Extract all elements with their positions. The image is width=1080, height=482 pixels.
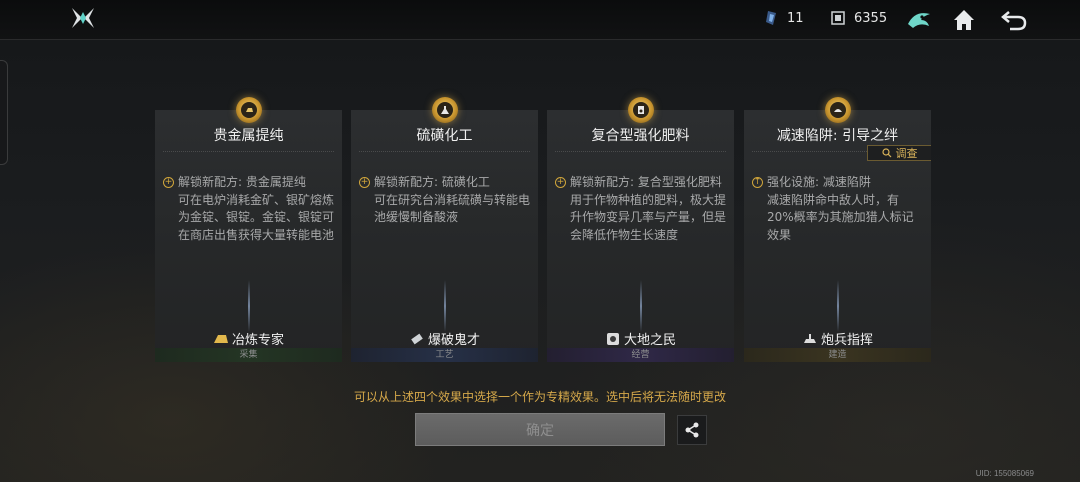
uid-label: UID: 155085069 bbox=[975, 469, 1034, 478]
magnifier-icon bbox=[881, 148, 891, 158]
card-divider bbox=[163, 151, 334, 152]
skill-badge: 炮兵指挥 bbox=[744, 329, 931, 348]
home-icon[interactable] bbox=[950, 6, 978, 34]
skill-badge: 大地之民 bbox=[547, 329, 734, 348]
trap-icon bbox=[824, 97, 851, 123]
card-divider bbox=[359, 151, 530, 152]
game-logo-icon[interactable] bbox=[70, 6, 96, 32]
unlock-bullet-icon: + bbox=[163, 177, 174, 188]
gold-bar-icon bbox=[235, 97, 262, 123]
faction-emblem-icon[interactable] bbox=[905, 6, 933, 34]
effect-description: 可在研究台消耗硫磺与转能电池缓慢制备酸液 bbox=[374, 192, 531, 225]
back-icon[interactable] bbox=[1000, 6, 1028, 34]
light-beam bbox=[639, 280, 642, 332]
chip-count: 6355 bbox=[854, 10, 888, 26]
smelting-icon bbox=[213, 334, 228, 343]
fertilizer-icon bbox=[627, 97, 654, 123]
card-title: 减速陷阱: 引导之绊 bbox=[776, 128, 899, 144]
skill-name: 大地之民 bbox=[623, 333, 676, 348]
share-button[interactable] bbox=[677, 415, 707, 445]
crystal-icon bbox=[766, 11, 776, 25]
card-divider bbox=[555, 151, 726, 152]
skill-name: 冶炼专家 bbox=[231, 333, 284, 348]
earth-icon bbox=[606, 332, 619, 345]
skill-name: 炮兵指挥 bbox=[820, 333, 873, 348]
light-beam bbox=[836, 280, 839, 332]
artillery-icon bbox=[803, 333, 816, 343]
skill-badge: 爆破鬼才 bbox=[351, 329, 538, 348]
resource-crystal: 11 bbox=[765, 10, 804, 26]
card-title: 复合型强化肥料 bbox=[591, 128, 690, 144]
effect-description: 用于作物种植的肥料，极大提升作物变异几率与产量，但是会降低作物生长速度 bbox=[570, 192, 727, 242]
top-bar: 11 6355 bbox=[0, 0, 1080, 40]
effect-line: 强化设施: 减速陷阱 bbox=[767, 175, 871, 189]
unlock-bullet-icon: + bbox=[359, 177, 370, 188]
effect-line: 解锁新配方: 复合型强化肥料 bbox=[570, 175, 722, 189]
light-beam bbox=[443, 280, 446, 332]
dynamite-icon bbox=[411, 333, 423, 344]
confirm-button[interactable]: 确定 bbox=[415, 413, 665, 446]
specialization-card-slow-trap[interactable]: 减速陷阱: 引导之绊 调查 ↑ 强化设施: 减速陷阱 减速陷阱命中敌人时，有20… bbox=[744, 97, 931, 362]
card-content: + 解锁新配方: 复合型强化肥料 用于作物种植的肥料，极大提升作物变异几率与产量… bbox=[555, 174, 728, 244]
specialization-card-fertilizer[interactable]: 复合型强化肥料 + 解锁新配方: 复合型强化肥料 用于作物种植的肥料，极大提升作… bbox=[547, 97, 734, 362]
category-label: 经营 bbox=[547, 348, 734, 362]
selection-notice: 可以从上述四个效果中选择一个作为专精效果。选中后将无法随时更改 bbox=[353, 390, 726, 404]
skill-name: 爆破鬼才 bbox=[427, 333, 480, 348]
effect-line: 解锁新配方: 硫磺化工 bbox=[374, 175, 490, 189]
card-title: 硫磺化工 bbox=[416, 128, 473, 144]
card-content: + 解锁新配方: 硫磺化工 可在研究台消耗硫磺与转能电池缓慢制备酸液 bbox=[359, 174, 532, 227]
chip-icon bbox=[831, 11, 845, 25]
category-label: 建造 bbox=[744, 348, 931, 362]
category-label: 采集 bbox=[155, 348, 342, 362]
effect-description: 可在电炉消耗金矿、银矿熔炼为金锭、银锭。金锭、银锭可在商店出售获得大量转能电池 bbox=[178, 192, 335, 242]
card-content: ↑ 强化设施: 减速陷阱 减速陷阱命中敌人时，有20%概率为其施加猎人标记效果 bbox=[752, 174, 925, 244]
crystal-count: 11 bbox=[787, 10, 804, 26]
survey-button[interactable]: 调查 bbox=[867, 145, 931, 161]
resource-chip: 6355 bbox=[830, 10, 887, 26]
share-icon bbox=[685, 422, 699, 438]
survey-label: 调查 bbox=[895, 147, 918, 160]
skill-badge: 冶炼专家 bbox=[155, 329, 342, 348]
category-label: 工艺 bbox=[351, 348, 538, 362]
side-drawer-tab[interactable] bbox=[0, 60, 8, 165]
upgrade-bullet-icon: ↑ bbox=[752, 177, 763, 188]
effect-line: 解锁新配方: 贵金属提纯 bbox=[178, 175, 306, 189]
card-title: 贵金属提纯 bbox=[213, 128, 284, 144]
specialization-card-precious-metal[interactable]: 贵金属提纯 + 解锁新配方: 贵金属提纯 可在电炉消耗金矿、银矿熔炼为金锭、银锭… bbox=[155, 97, 342, 362]
light-beam bbox=[247, 280, 250, 332]
card-content: + 解锁新配方: 贵金属提纯 可在电炉消耗金矿、银矿熔炼为金锭、银锭。金锭、银锭… bbox=[163, 174, 336, 244]
specialization-card-sulfur[interactable]: 硫磺化工 + 解锁新配方: 硫磺化工 可在研究台消耗硫磺与转能电池缓慢制备酸液 … bbox=[351, 97, 538, 362]
flask-icon bbox=[431, 97, 458, 123]
unlock-bullet-icon: + bbox=[555, 177, 566, 188]
effect-description: 减速陷阱命中敌人时，有20%概率为其施加猎人标记效果 bbox=[767, 192, 914, 242]
